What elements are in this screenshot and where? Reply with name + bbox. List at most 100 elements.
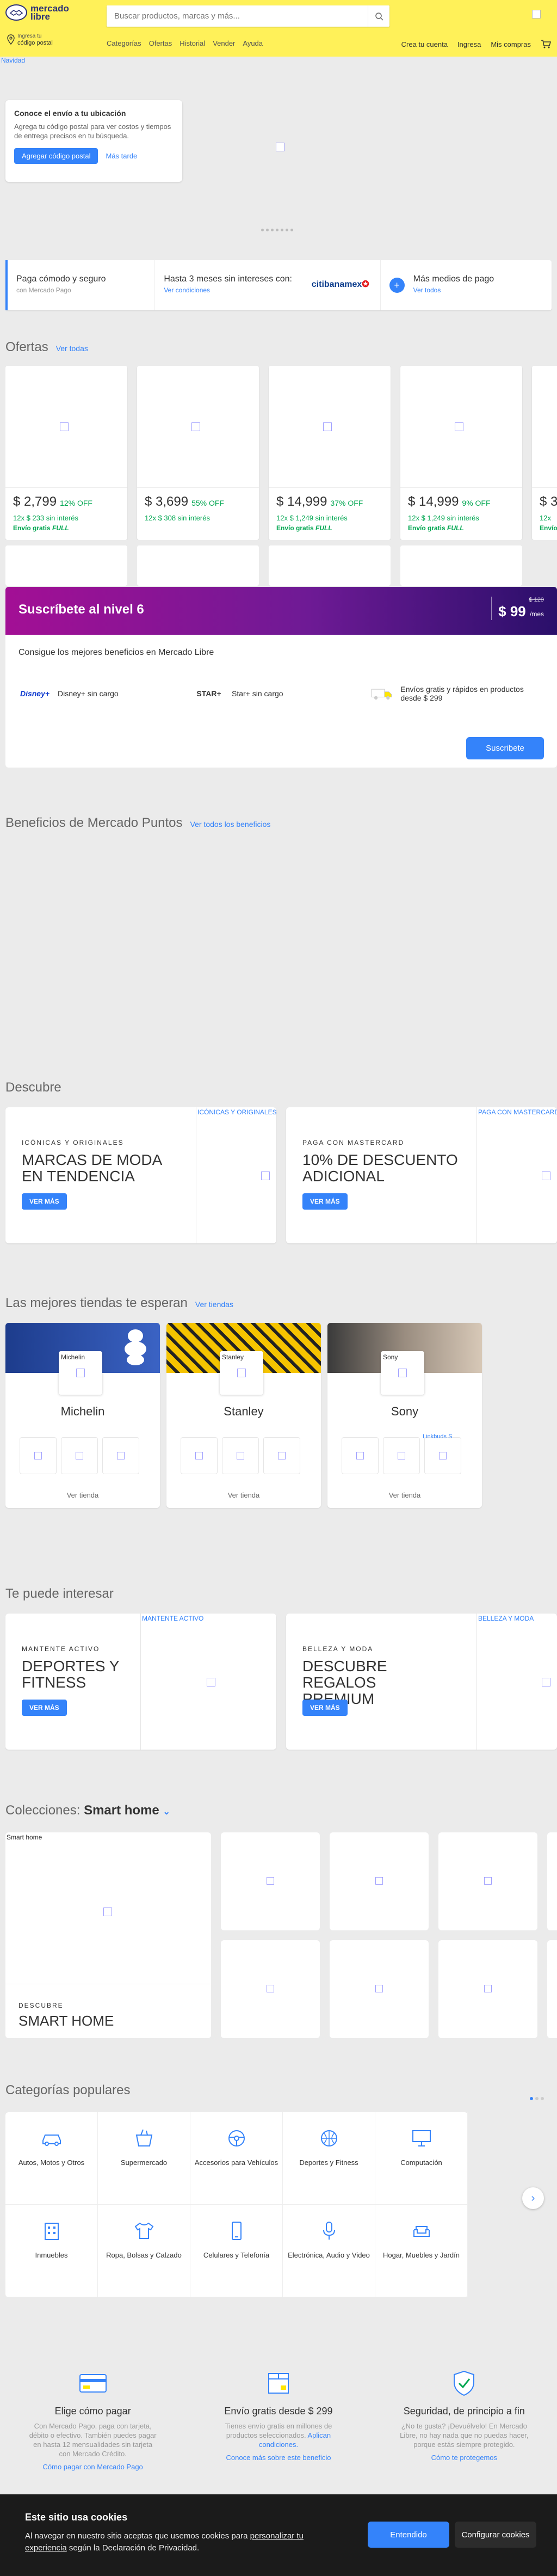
accept-cookies-button[interactable]: Entendido xyxy=(368,2522,449,2548)
interest-row: MANTENTE ACTIVO DEPORTES Y FITNESS VER M… xyxy=(5,1614,557,1750)
see-stores-link[interactable]: Ver tiendas xyxy=(195,1300,233,1309)
offer-card[interactable] xyxy=(137,545,259,586)
nav-historial[interactable]: Historial xyxy=(180,39,205,47)
categories-dots[interactable] xyxy=(530,2097,544,2100)
search-input[interactable] xyxy=(107,5,368,27)
pay-link[interactable]: Ver todos xyxy=(413,286,543,294)
info-link[interactable]: Cómo pagar con Mercado Pago xyxy=(27,2463,158,2471)
collection-item[interactable] xyxy=(221,1940,320,2038)
configure-cookies-button[interactable]: Configurar cookies xyxy=(455,2522,536,2548)
price: $ 2,799 xyxy=(13,494,57,509)
collection-item[interactable] xyxy=(330,1940,429,2038)
add-postal-code-button[interactable]: Agregar código postal xyxy=(14,148,98,164)
pay-item-more[interactable]: + Más medios de pago Ver todos xyxy=(381,260,552,310)
collections-selector[interactable]: Smart home ⌄ xyxy=(84,1803,170,1818)
see-more-button[interactable]: VER MÁS xyxy=(302,1193,348,1210)
store-card-sony[interactable]: Sony Sony Linkbuds S Ver tienda xyxy=(327,1323,482,1508)
product-thumb[interactable] xyxy=(102,1437,139,1474)
truck-icon xyxy=(371,689,392,700)
pay-item-msi[interactable]: Hasta 3 meses sin intereses con: Ver con… xyxy=(155,260,381,310)
product-thumb[interactable] xyxy=(222,1437,259,1474)
nav-ayuda[interactable]: Ayuda xyxy=(243,39,263,47)
credit-card-icon xyxy=(79,2374,107,2393)
see-more-button[interactable]: VER MÁS xyxy=(302,1700,348,1716)
subscribe-button[interactable]: Suscribete xyxy=(466,737,544,759)
product-thumb[interactable] xyxy=(181,1437,218,1474)
image-icon xyxy=(207,1678,215,1686)
see-all-offers-link[interactable]: Ver todas xyxy=(56,344,88,353)
star-plus-logo: STAR+ xyxy=(196,689,221,698)
location-selector[interactable]: Ingresa tu código postal xyxy=(7,33,53,47)
later-link[interactable]: Más tarde xyxy=(106,152,137,160)
product-thumb[interactable] xyxy=(20,1437,57,1474)
discover-card-mastercard[interactable]: PAGA CON MASTERCARD 10% DE DESCUENTO ADI… xyxy=(286,1107,557,1243)
nav-categorias[interactable]: Categorías xyxy=(107,39,141,47)
interest-card-gifts[interactable]: BELLEZA Y MODA DESCUBRE REGALOS PREMIUM … xyxy=(286,1614,557,1750)
sofa-icon xyxy=(413,2226,430,2237)
see-more-button[interactable]: VER MÁS xyxy=(22,1700,67,1716)
collection-item[interactable] xyxy=(221,1832,320,1930)
see-more-button[interactable]: VER MÁS xyxy=(22,1193,67,1210)
see-store-link[interactable]: Ver tienda xyxy=(166,1491,321,1499)
new-price: $ 99 /mes xyxy=(498,603,544,620)
collection-item[interactable] xyxy=(438,1940,537,2038)
collection-item[interactable] xyxy=(547,1832,557,1930)
offer-card[interactable]: $ 14,999 9% OFF 12x $ 1,249 sin interés E… xyxy=(400,366,522,540)
offer-card[interactable]: $ 2,799 12% OFF 12x $ 233 sin interés Env… xyxy=(5,366,127,540)
category-electronica[interactable]: Electrónica, Audio y Video xyxy=(283,2205,375,2297)
promo-image-icon xyxy=(532,10,541,19)
nav-vender[interactable]: Vender xyxy=(213,39,235,47)
category-autos[interactable]: Autos, Motos y Otros xyxy=(5,2112,98,2205)
create-account-link[interactable]: Crea tu cuenta xyxy=(401,40,448,48)
store-card-michelin[interactable]: Michelin Michelin Ver tienda xyxy=(5,1323,160,1508)
store-products xyxy=(20,1437,139,1474)
carousel-dots[interactable] xyxy=(261,229,293,231)
info-link[interactable]: Conoce más sobre este beneficio xyxy=(213,2454,344,2462)
store-products xyxy=(181,1437,300,1474)
collection-item[interactable] xyxy=(330,1832,429,1930)
promo-banner[interactable] xyxy=(367,3,541,25)
offer-card[interactable] xyxy=(269,545,391,586)
logo[interactable]: mercado libre xyxy=(5,4,69,21)
product-thumb[interactable] xyxy=(342,1437,379,1474)
interest-card-sports[interactable]: MANTENTE ACTIVO DEPORTES Y FITNESS VER M… xyxy=(5,1614,276,1750)
collection-main-card[interactable]: Smart home DESCUBRE SMART HOME xyxy=(5,1832,211,2038)
pay-sub: con Mercado Pago xyxy=(16,286,71,294)
product-thumb[interactable] xyxy=(61,1437,98,1474)
login-link[interactable]: Ingresa xyxy=(457,40,481,48)
see-all-benefits-link[interactable]: Ver todos los beneficios xyxy=(190,820,271,829)
cookie-text: Al navegar en nuestro sitio aceptas que … xyxy=(25,2531,304,2553)
see-store-link[interactable]: Ver tienda xyxy=(5,1491,160,1499)
offer-card[interactable]: $ 3,699 55% OFF 12x $ 308 sin interés xyxy=(137,366,259,540)
hero-carousel[interactable]: Navidad Conoce el envío a tu ubicación A… xyxy=(0,57,557,240)
offer-card[interactable]: $ 3,1 12x Envío xyxy=(532,366,557,540)
product-thumb[interactable]: Linkbuds S xyxy=(423,1433,461,1474)
collection-item[interactable] xyxy=(438,1832,537,1930)
pay-item-mercadopago[interactable]: Paga cómodo y seguro con Mercado Pago xyxy=(5,260,156,310)
offer-card[interactable] xyxy=(5,545,127,586)
product-thumb[interactable] xyxy=(383,1437,420,1474)
next-arrow-icon[interactable]: › xyxy=(522,2187,544,2209)
hero-label[interactable]: Navidad xyxy=(1,57,25,64)
category-supermercado[interactable]: Supermercado xyxy=(98,2112,190,2205)
category-hogar[interactable]: Hogar, Muebles y Jardín xyxy=(375,2205,468,2297)
cart-icon[interactable] xyxy=(541,39,552,49)
info-link[interactable]: Cómo te protegemos xyxy=(399,2454,530,2462)
nav-ofertas[interactable]: Ofertas xyxy=(149,39,172,47)
category-ropa[interactable]: Ropa, Bolsas y Calzado xyxy=(98,2205,190,2297)
puntos-title: Beneficios de Mercado Puntos Ver todos lo… xyxy=(5,815,271,830)
store-card-stanley[interactable]: Stanley Stanley Ver tienda xyxy=(166,1323,321,1508)
category-celulares[interactable]: Celulares y Telefonía xyxy=(190,2205,283,2297)
offer-card[interactable] xyxy=(400,545,522,586)
collection-item[interactable] xyxy=(547,1940,557,2038)
category-accesorios-vehiculos[interactable]: Accesorios para Vehículos xyxy=(190,2112,283,2205)
discover-card-fashion[interactable]: ICÓNICAS Y ORIGINALES MARCAS DE MODA EN … xyxy=(5,1107,276,1243)
user-nav: Crea tu cuenta Ingresa Mis compras xyxy=(401,39,552,49)
see-store-link[interactable]: Ver tienda xyxy=(327,1491,482,1499)
category-inmuebles[interactable]: Inmuebles xyxy=(5,2205,98,2297)
category-computacion[interactable]: Computación xyxy=(375,2112,468,2205)
product-thumb[interactable] xyxy=(263,1437,300,1474)
category-deportes[interactable]: Deportes y Fitness xyxy=(283,2112,375,2205)
offer-card[interactable]: $ 14,999 37% OFF 12x $ 1,249 sin interés … xyxy=(269,366,391,540)
my-purchases-link[interactable]: Mis compras xyxy=(491,40,531,48)
